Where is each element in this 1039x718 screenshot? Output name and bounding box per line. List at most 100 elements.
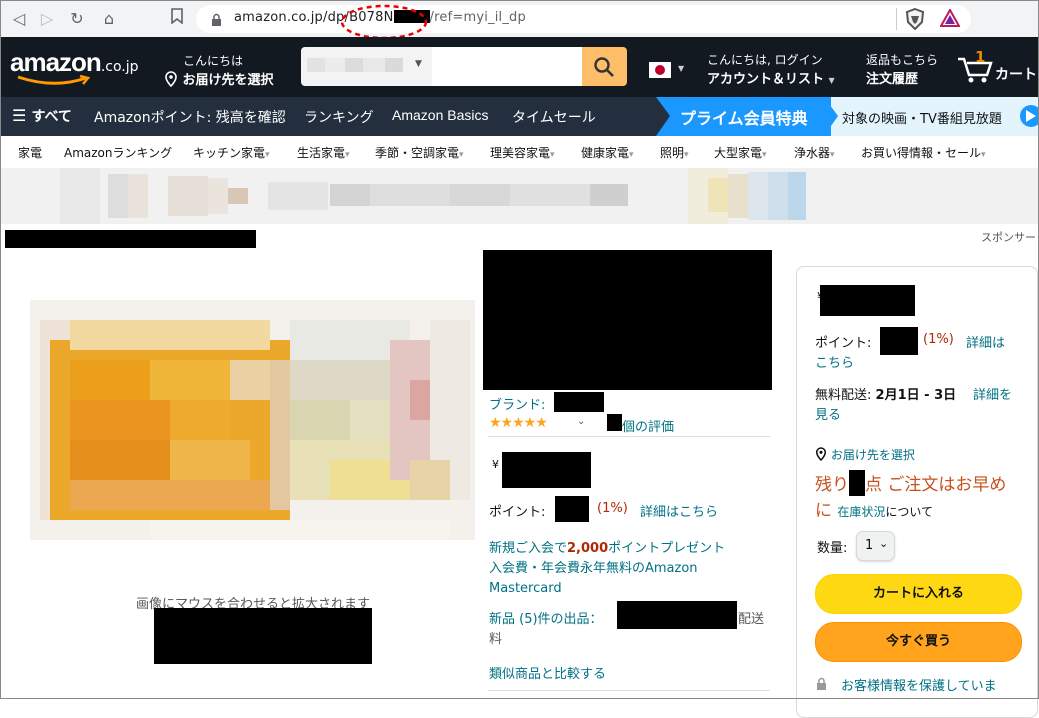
logo-suffix: .co.jp xyxy=(100,59,139,75)
nav-link-timesale[interactable]: タイムセール xyxy=(512,107,596,127)
chevron-down-icon: ▼ xyxy=(678,64,685,73)
sponsor-label: スポンサー xyxy=(981,231,1036,244)
redacted-block xyxy=(555,496,589,522)
all-menu-label: すべて xyxy=(31,109,72,125)
buybox-shipping: 無料配送: 2月1日 - 3日 xyxy=(815,384,956,403)
lock-icon xyxy=(816,676,827,695)
chevron-down-icon: ▼ xyxy=(415,59,422,69)
promo-c: ポイントプレゼント xyxy=(608,541,726,556)
logo-text: amazon xyxy=(10,47,102,77)
points-label: ポイント: xyxy=(489,505,546,520)
shipping-note-2: 料 xyxy=(489,632,503,647)
cart-button[interactable]: 1 カート xyxy=(955,48,1039,86)
redacted-title xyxy=(483,250,772,390)
stock-warning-2: に 在庫状況について xyxy=(815,496,933,521)
buybox-points-pct: (1%) xyxy=(923,332,954,347)
cart-label: カート xyxy=(995,67,1037,83)
subnav-item[interactable]: キッチン家電▾ xyxy=(193,144,270,161)
search-input[interactable] xyxy=(432,47,582,86)
brand-row: ブランド: xyxy=(489,394,545,413)
mastercard-promo[interactable]: 新規ご入会で2,000ポイントプレゼント 入会費・年会費永年無料のAmazon … xyxy=(489,539,725,599)
buybox-points-link[interactable]: 詳細は xyxy=(966,332,1005,351)
url-suffix: /ref=myi_il_dp xyxy=(429,10,526,25)
redacted-block xyxy=(554,392,604,412)
toolbar-divider xyxy=(896,8,897,30)
subnav-item[interactable]: お買い得情報・セール▾ xyxy=(861,144,986,161)
rating-count-link[interactable]: 個の評価 xyxy=(622,416,674,435)
redacted-price xyxy=(502,452,591,488)
redacted-block xyxy=(849,470,865,496)
rewards-icon[interactable] xyxy=(939,7,961,31)
deliver-to-label: お届け先を選択 xyxy=(830,448,915,462)
promo-points: 2,000 xyxy=(567,541,609,556)
nav-link-basics[interactable]: Amazon Basics xyxy=(392,107,488,123)
secure-transaction-link[interactable]: お客様情報を保護していま xyxy=(841,675,997,694)
product-image[interactable] xyxy=(30,300,475,540)
new-offers-link[interactable]: 新品 (5)件の出品： xyxy=(489,612,603,627)
play-icon[interactable] xyxy=(1020,105,1039,127)
buybox-points-link-2[interactable]: こちら xyxy=(815,352,854,371)
redacted-block xyxy=(607,414,622,431)
subnav-item[interactable]: 季節・空調家電▾ xyxy=(375,144,464,161)
shipping-note: 配送 xyxy=(738,612,765,627)
shipping-detail-link-2[interactable]: 見る xyxy=(815,404,841,423)
forward-icon[interactable]: ▷ xyxy=(36,8,58,30)
back-icon[interactable]: ◁ xyxy=(8,8,30,30)
buybox-points-label: ポイント: xyxy=(815,336,872,351)
new-offers[interactable]: 新品 (5)件の出品： xyxy=(489,608,603,627)
subnav-item[interactable]: 健康家電▾ xyxy=(581,144,634,161)
add-to-cart-button[interactable]: カートに入れる xyxy=(815,574,1022,614)
star-rating[interactable]: ★★★★★ xyxy=(489,415,548,431)
subnav-item[interactable]: 理美容家電▾ xyxy=(490,144,555,161)
brave-shield-icon[interactable] xyxy=(905,7,925,34)
amazon-logo[interactable]: amazon.co.jp xyxy=(10,47,139,85)
chevron-down-icon: ▼ xyxy=(828,76,835,85)
quantity-select[interactable]: 1 ⌄ xyxy=(856,531,895,561)
stock-status-link[interactable]: 在庫状況 xyxy=(837,505,885,519)
account-menu[interactable]: こんにちは, ログイン アカウント＆リスト ▼ xyxy=(707,51,835,87)
sponsored-banner[interactable] xyxy=(0,168,1039,224)
prime-banner[interactable]: プライム会員特典 xyxy=(680,105,808,129)
location-pin-icon xyxy=(815,447,827,462)
subnav-item[interactable]: 生活家電▾ xyxy=(297,144,350,161)
nav-link-points[interactable]: Amazonポイント: 残高を確認 xyxy=(94,107,286,127)
deliver-greeting: こんにちは xyxy=(183,54,244,68)
nav-link-ranking[interactable]: ランキング xyxy=(304,107,374,127)
chevron-down-icon[interactable]: ⌄ xyxy=(577,416,585,427)
stock-a: 残り xyxy=(815,475,849,495)
redacted-block xyxy=(617,601,737,629)
points-detail-link[interactable]: 詳細はこちら xyxy=(640,501,718,520)
bookmark-icon[interactable] xyxy=(166,8,188,30)
points-percent: (1%) xyxy=(597,501,628,516)
hamburger-icon: ☰ xyxy=(12,106,27,125)
japan-flag-icon[interactable] xyxy=(649,62,671,78)
home-icon[interactable]: ⌂ xyxy=(98,8,120,30)
quantity-value: 1 xyxy=(865,538,874,553)
stock-warning: 残り点 ご注文はお早め xyxy=(815,470,1006,496)
subnav-item[interactable]: 浄水器▾ xyxy=(794,144,835,161)
brand-label[interactable]: ブランド: xyxy=(489,398,545,413)
subnav-item[interactable]: 家電 xyxy=(18,144,42,161)
subnav-item[interactable]: 大型家電▾ xyxy=(714,144,767,161)
chevron-down-icon: ⌄ xyxy=(879,537,889,550)
subnav-item[interactable]: 照明▾ xyxy=(660,144,689,161)
buy-now-button[interactable]: 今すぐ買う xyxy=(815,622,1022,662)
compare-link[interactable]: 類似商品と比較する xyxy=(489,663,606,682)
shipping-label: 無料配送: xyxy=(815,388,872,403)
search-category-select[interactable]: ▼ xyxy=(301,47,432,86)
shipping-detail-link[interactable]: 詳細を xyxy=(973,384,1012,403)
reload-icon[interactable]: ↻ xyxy=(66,8,88,30)
deliver-to[interactable]: こんにちは お届け先を選択 xyxy=(164,52,274,88)
all-menu-button[interactable]: ☰ すべて xyxy=(12,106,72,126)
search-button[interactable] xyxy=(582,47,627,86)
subnav-item[interactable]: Amazonランキング xyxy=(64,144,172,161)
deliver-select-label: お届け先を選択 xyxy=(182,73,274,88)
deliver-to-select[interactable]: お届け先を選択 xyxy=(815,446,915,463)
location-pin-icon xyxy=(164,71,183,88)
orders-line2: 注文履歴 xyxy=(866,72,919,87)
prime-promo[interactable]: 対象の映画・TV番組見放題 xyxy=(842,108,1002,127)
promo-line3: Mastercard xyxy=(489,581,562,596)
shipping-date: 2月1日 - 3日 xyxy=(875,388,957,403)
divider xyxy=(488,690,770,691)
orders-link[interactable]: 返品もこちら 注文履歴 xyxy=(866,51,938,87)
